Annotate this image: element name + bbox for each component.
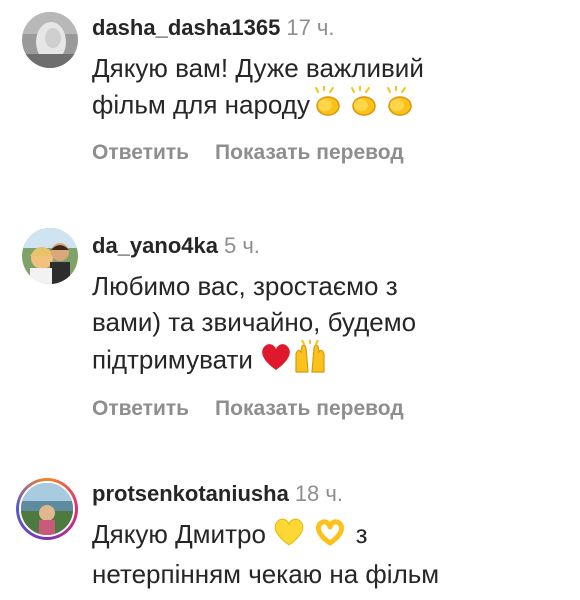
timestamp: 17 ч. — [286, 15, 335, 40]
comment-text-line: Любимо вас, зростаємо з — [92, 271, 398, 301]
username-link[interactable]: dasha_dasha1365 — [92, 15, 280, 40]
heart-hands-icon — [312, 517, 348, 556]
comment-text-line: фільм для народу — [92, 89, 310, 120]
avatar-photo-icon — [22, 12, 78, 68]
comment-text: Дякую Дмитро з нетерпінням чекаю на філь… — [92, 516, 570, 592]
comment-text-line: Дякую Дмитро — [92, 519, 266, 549]
avatar-photo-icon — [22, 228, 78, 284]
avatar[interactable] — [22, 228, 78, 284]
timestamp: 18 ч. — [294, 481, 343, 506]
clapping-hands-icon — [346, 85, 382, 127]
comment-text-line: вами) та звичайно, будемо — [92, 307, 417, 337]
comment-text: Любимо вас, зростаємо з вами) та звичайн… — [92, 268, 570, 383]
comment-text-line-with-emoji: Дякую Дмитро з — [92, 516, 570, 556]
clapping-hands-icon — [382, 85, 418, 127]
show-translation-button[interactable]: Показать перевод — [215, 141, 404, 164]
show-translation-button[interactable]: Показать перевод — [215, 397, 404, 420]
red-heart-icon — [260, 342, 292, 381]
username-link[interactable]: da_yano4ka — [92, 233, 218, 258]
reply-button[interactable]: Ответить — [92, 141, 189, 164]
avatar[interactable] — [22, 12, 78, 68]
comment-actions: Ответить Показать перевод — [92, 141, 570, 165]
timestamp: 5 ч. — [223, 233, 260, 258]
comment-header: dasha_dasha1365 17 ч. — [92, 14, 570, 42]
comment-text-line: нетерпінням чекаю на фільм — [92, 558, 440, 589]
comment-header: protsenkotaniusha 18 ч. — [92, 480, 570, 508]
raising-hands-icon — [292, 339, 328, 383]
reply-button[interactable]: Ответить — [92, 397, 189, 420]
comment-header: da_yano4ka 5 ч. — [92, 232, 570, 260]
avatar-photo-icon — [21, 483, 73, 535]
username-link[interactable]: protsenkotaniusha — [92, 481, 289, 506]
comment-actions: Ответить Показать перевод — [92, 397, 570, 421]
comment-text-line: Дякую вам! Дуже важливий — [92, 53, 424, 83]
comment-text-line: підтримувати — [92, 344, 253, 375]
clapping-hands-icon — [310, 85, 346, 127]
yellow-heart-icon — [273, 517, 305, 556]
comment-text-line: з — [355, 519, 368, 549]
comment-text-line-with-emoji: фільм для народу — [92, 85, 570, 127]
comment-text-line-with-emoji: підтримувати — [92, 339, 570, 383]
comment-text: Дякую вам! Дуже важливий фільм для народ… — [92, 50, 570, 127]
avatar-with-story-ring[interactable] — [16, 478, 78, 540]
